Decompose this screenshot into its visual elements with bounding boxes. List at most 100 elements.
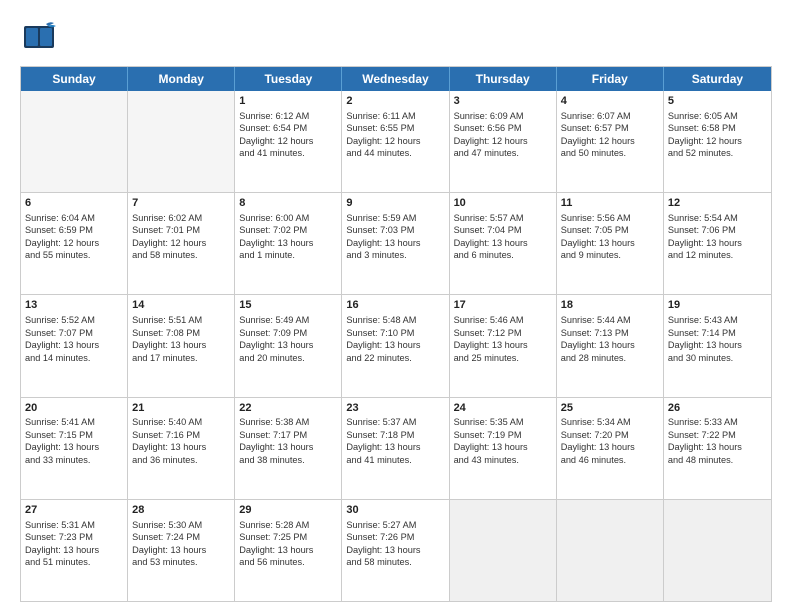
calendar-cell: 7Sunrise: 6:02 AMSunset: 7:01 PMDaylight… [128, 193, 235, 294]
day-info-line: Sunset: 7:07 PM [25, 327, 123, 339]
day-info-line: Sunset: 7:13 PM [561, 327, 659, 339]
day-info-line: Sunset: 7:25 PM [239, 531, 337, 543]
calendar-cell [664, 500, 771, 601]
day-info-line: Sunset: 7:16 PM [132, 429, 230, 441]
header [20, 18, 772, 56]
day-info-line: Sunrise: 5:51 AM [132, 314, 230, 326]
day-info-line: Sunset: 6:57 PM [561, 122, 659, 134]
calendar-cell: 5Sunrise: 6:05 AMSunset: 6:58 PMDaylight… [664, 91, 771, 192]
day-number: 17 [454, 298, 552, 313]
calendar-day-header: Sunday [21, 67, 128, 91]
calendar-cell: 27Sunrise: 5:31 AMSunset: 7:23 PMDayligh… [21, 500, 128, 601]
day-info-line: and 58 minutes. [132, 249, 230, 261]
day-number: 30 [346, 503, 444, 518]
day-number: 9 [346, 196, 444, 211]
day-number: 5 [668, 94, 767, 109]
day-number: 14 [132, 298, 230, 313]
day-info-line: Sunrise: 5:31 AM [25, 519, 123, 531]
day-info-line: and 43 minutes. [454, 454, 552, 466]
day-number: 25 [561, 401, 659, 416]
calendar-body: 1Sunrise: 6:12 AMSunset: 6:54 PMDaylight… [21, 91, 771, 601]
page: SundayMondayTuesdayWednesdayThursdayFrid… [0, 0, 792, 612]
day-number: 24 [454, 401, 552, 416]
day-number: 11 [561, 196, 659, 211]
day-info-line: Daylight: 13 hours [132, 544, 230, 556]
day-info-line: Daylight: 13 hours [346, 441, 444, 453]
day-info-line: Daylight: 13 hours [454, 237, 552, 249]
calendar: SundayMondayTuesdayWednesdayThursdayFrid… [20, 66, 772, 602]
day-info-line: Sunrise: 5:49 AM [239, 314, 337, 326]
calendar-cell: 28Sunrise: 5:30 AMSunset: 7:24 PMDayligh… [128, 500, 235, 601]
day-info-line: and 1 minute. [239, 249, 337, 261]
calendar-week: 13Sunrise: 5:52 AMSunset: 7:07 PMDayligh… [21, 295, 771, 397]
calendar-cell: 1Sunrise: 6:12 AMSunset: 6:54 PMDaylight… [235, 91, 342, 192]
day-info-line: Sunset: 7:24 PM [132, 531, 230, 543]
day-info-line: Sunrise: 6:05 AM [668, 110, 767, 122]
day-info-line: Sunset: 7:18 PM [346, 429, 444, 441]
day-info-line: and 6 minutes. [454, 249, 552, 261]
day-info-line: Sunset: 7:22 PM [668, 429, 767, 441]
day-info-line: and 53 minutes. [132, 556, 230, 568]
day-info-line: and 17 minutes. [132, 352, 230, 364]
calendar-cell: 22Sunrise: 5:38 AMSunset: 7:17 PMDayligh… [235, 398, 342, 499]
day-info-line: Sunrise: 5:38 AM [239, 416, 337, 428]
calendar-cell: 30Sunrise: 5:27 AMSunset: 7:26 PMDayligh… [342, 500, 449, 601]
calendar-week: 27Sunrise: 5:31 AMSunset: 7:23 PMDayligh… [21, 500, 771, 601]
day-info-line: and 44 minutes. [346, 147, 444, 159]
logo-icon [20, 18, 58, 56]
day-info-line: Sunrise: 5:33 AM [668, 416, 767, 428]
day-info-line: Sunset: 7:15 PM [25, 429, 123, 441]
day-info-line: and 38 minutes. [239, 454, 337, 466]
day-info-line: Daylight: 13 hours [561, 237, 659, 249]
day-info-line: Sunset: 7:12 PM [454, 327, 552, 339]
day-info-line: and 55 minutes. [25, 249, 123, 261]
day-number: 16 [346, 298, 444, 313]
calendar-cell: 14Sunrise: 5:51 AMSunset: 7:08 PMDayligh… [128, 295, 235, 396]
day-info-line: Daylight: 13 hours [239, 237, 337, 249]
calendar-day-header: Thursday [450, 67, 557, 91]
calendar-day-header: Monday [128, 67, 235, 91]
day-info-line: Daylight: 13 hours [668, 339, 767, 351]
calendar-cell: 8Sunrise: 6:00 AMSunset: 7:02 PMDaylight… [235, 193, 342, 294]
day-info-line: Sunrise: 6:04 AM [25, 212, 123, 224]
day-info-line: Sunset: 6:59 PM [25, 224, 123, 236]
day-info-line: Daylight: 13 hours [132, 441, 230, 453]
day-info-line: Sunrise: 6:07 AM [561, 110, 659, 122]
day-info-line: and 47 minutes. [454, 147, 552, 159]
calendar-cell: 2Sunrise: 6:11 AMSunset: 6:55 PMDaylight… [342, 91, 449, 192]
calendar-day-header: Saturday [664, 67, 771, 91]
day-info-line: Daylight: 12 hours [346, 135, 444, 147]
day-info-line: Sunset: 6:54 PM [239, 122, 337, 134]
calendar-cell [128, 91, 235, 192]
day-info-line: Sunrise: 5:28 AM [239, 519, 337, 531]
day-info-line: Sunrise: 5:56 AM [561, 212, 659, 224]
day-number: 1 [239, 94, 337, 109]
day-number: 22 [239, 401, 337, 416]
day-info-line: Sunrise: 6:09 AM [454, 110, 552, 122]
day-info-line: Daylight: 13 hours [239, 544, 337, 556]
day-info-line: and 9 minutes. [561, 249, 659, 261]
day-info-line: Daylight: 12 hours [561, 135, 659, 147]
calendar-cell: 10Sunrise: 5:57 AMSunset: 7:04 PMDayligh… [450, 193, 557, 294]
day-info-line: Sunrise: 5:44 AM [561, 314, 659, 326]
calendar-day-header: Friday [557, 67, 664, 91]
logo [20, 18, 60, 56]
calendar-cell: 3Sunrise: 6:09 AMSunset: 6:56 PMDaylight… [450, 91, 557, 192]
day-info-line: Daylight: 12 hours [239, 135, 337, 147]
calendar-cell: 25Sunrise: 5:34 AMSunset: 7:20 PMDayligh… [557, 398, 664, 499]
day-info-line: and 56 minutes. [239, 556, 337, 568]
day-info-line: Daylight: 13 hours [132, 339, 230, 351]
day-number: 23 [346, 401, 444, 416]
day-info-line: and 51 minutes. [25, 556, 123, 568]
day-number: 12 [668, 196, 767, 211]
day-info-line: and 58 minutes. [346, 556, 444, 568]
day-info-line: Daylight: 13 hours [25, 544, 123, 556]
day-info-line: Sunset: 7:03 PM [346, 224, 444, 236]
day-info-line: Daylight: 13 hours [239, 441, 337, 453]
day-info-line: Daylight: 12 hours [25, 237, 123, 249]
day-info-line: and 41 minutes. [346, 454, 444, 466]
calendar-cell: 11Sunrise: 5:56 AMSunset: 7:05 PMDayligh… [557, 193, 664, 294]
day-number: 19 [668, 298, 767, 313]
day-info-line: and 33 minutes. [25, 454, 123, 466]
day-info-line: Sunrise: 5:52 AM [25, 314, 123, 326]
